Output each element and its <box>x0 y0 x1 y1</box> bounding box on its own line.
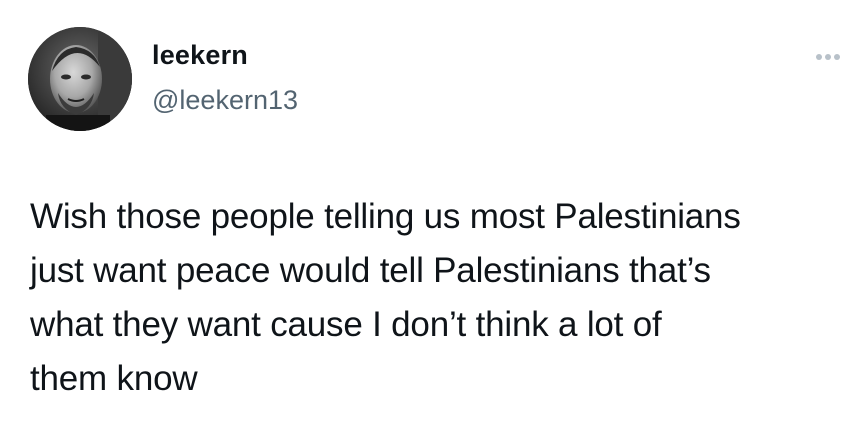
more-options-button[interactable] <box>806 42 848 72</box>
avatar-photo <box>28 27 132 131</box>
author-display-name[interactable]: leekern <box>152 38 248 72</box>
tweet-card: leekern @leekern13 Wish those people tel… <box>0 0 860 444</box>
avatar[interactable] <box>28 27 132 131</box>
more-horizontal-icon <box>816 54 822 60</box>
author-handle[interactable]: @leekern13 <box>152 83 298 117</box>
tweet-text: Wish those people telling us most Palest… <box>30 197 741 398</box>
more-horizontal-icon-dot <box>825 54 831 60</box>
more-horizontal-icon-dot <box>834 54 840 60</box>
